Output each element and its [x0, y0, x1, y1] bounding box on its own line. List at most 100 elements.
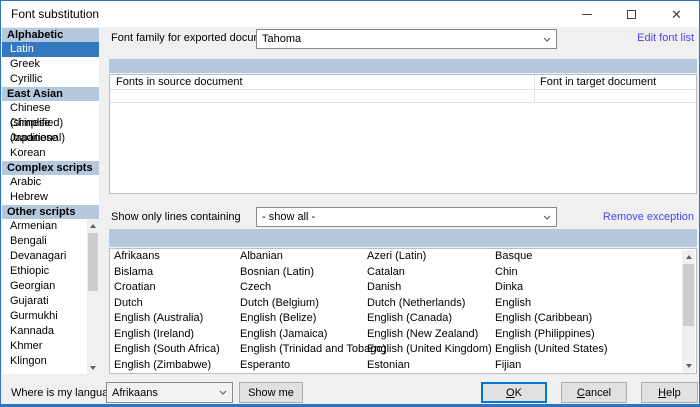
language-item[interactable]: Danish	[367, 280, 401, 296]
language-item[interactable]: Bosnian (Latin)	[240, 265, 314, 281]
font-family-value: Tahoma	[262, 33, 301, 45]
script-sidebar: Alphabetic Latin Greek Cyrillic East Asi…	[2, 28, 99, 374]
language-locator-combobox[interactable]: Afrikaans	[106, 382, 233, 403]
sidebar-item-kannada[interactable]: Kannada	[2, 324, 87, 339]
language-item[interactable]: Afrikaans	[114, 249, 160, 265]
sidebar-item-latin[interactable]: Latin	[2, 42, 99, 57]
scroll-down-icon[interactable]	[87, 361, 99, 374]
sidebar-item-chinese-simplified[interactable]: Chinese (simplified)	[2, 101, 99, 116]
language-item[interactable]: English (Jamaica)	[240, 327, 327, 343]
sidebar-section-east-asian: East Asian	[2, 87, 99, 101]
language-row: Croatian Czech Danish Dinka	[110, 280, 696, 296]
language-item[interactable]: English (United States)	[495, 342, 608, 358]
sidebar-item-korean[interactable]: Korean	[2, 146, 99, 161]
chevron-down-icon	[543, 37, 551, 42]
language-row: English (Ireland) English (Jamaica) Engl…	[110, 327, 696, 343]
sidebar-item-armenian[interactable]: Armenian	[2, 219, 87, 234]
sidebar-item-gurmukhi[interactable]: Gurmukhi	[2, 309, 87, 324]
sidebar-item-khmer[interactable]: Khmer	[2, 339, 87, 354]
language-item[interactable]: Azeri (Latin)	[367, 249, 426, 265]
language-item[interactable]: English (Caribbean)	[495, 311, 592, 327]
language-item[interactable]: English (Philippines)	[495, 327, 595, 343]
language-row: Bislama Bosnian (Latin) Catalan Chin	[110, 265, 696, 281]
language-item[interactable]: English (Ireland)	[114, 327, 194, 343]
language-row: Afrikaans Albanian Azeri (Latin) Basque	[110, 249, 696, 265]
minimize-icon	[582, 14, 592, 15]
language-row: English (Australia) English (Belize) Eng…	[110, 311, 696, 327]
language-locator-value: Afrikaans	[112, 387, 158, 399]
language-item[interactable]: Fijian	[495, 358, 521, 374]
language-item[interactable]: English (Australia)	[114, 311, 203, 327]
language-item[interactable]: English (Belize)	[240, 311, 316, 327]
language-item[interactable]: Chin	[495, 265, 518, 281]
language-list-scrollbar[interactable]	[682, 250, 695, 372]
language-list[interactable]: Afrikaans Albanian Azeri (Latin) Basque …	[109, 248, 697, 374]
language-item[interactable]: Dinka	[495, 280, 523, 296]
language-item[interactable]: English (South Africa)	[114, 342, 220, 358]
sidebar-item-cyrillic[interactable]: Cyrillic	[2, 72, 99, 87]
language-row: English (Zimbabwe) Esperanto Estonian Fi…	[110, 358, 696, 374]
language-item[interactable]: English (New Zealand)	[367, 327, 478, 343]
sidebar-item-georgian[interactable]: Georgian	[2, 279, 87, 294]
edit-font-list-link[interactable]: Edit font list	[637, 32, 694, 44]
sidebar-item-japanese[interactable]: Japanese	[2, 131, 99, 146]
maximize-button[interactable]	[609, 1, 654, 27]
sidebar-item-bengali[interactable]: Bengali	[2, 234, 87, 249]
font-family-combobox[interactable]: Tahoma	[256, 29, 557, 49]
fonts-table[interactable]: Fonts in source document Font in target …	[109, 74, 697, 194]
sidebar-item-gujarati[interactable]: Gujarati	[2, 294, 87, 309]
remove-exception-link[interactable]: Remove exception	[603, 211, 694, 223]
language-item[interactable]: Esperanto	[240, 358, 290, 374]
table-caption-bar	[109, 59, 697, 73]
cancel-button[interactable]: Cancel	[561, 382, 627, 403]
sidebar-section-complex-scripts: Complex scripts	[2, 161, 99, 175]
sidebar-item-hebrew[interactable]: Hebrew	[2, 190, 99, 205]
chevron-down-icon	[219, 390, 227, 395]
font-substitution-dialog: Font substitution ✕ Alphabetic Latin Gre…	[0, 0, 700, 407]
title-bar[interactable]: Font substitution ✕	[1, 1, 699, 27]
scrollbar-thumb[interactable]	[88, 233, 98, 291]
column-header-source[interactable]: Fonts in source document	[116, 75, 243, 90]
language-item[interactable]: English (Canada)	[367, 311, 452, 327]
scroll-up-icon[interactable]	[682, 250, 695, 263]
close-icon: ✕	[671, 8, 682, 21]
sidebar-section-alphabetic: Alphabetic	[2, 28, 99, 42]
language-item[interactable]: Bislama	[114, 265, 153, 281]
language-item[interactable]: Dutch (Netherlands)	[367, 296, 465, 312]
language-item[interactable]: English (United Kingdom)	[367, 342, 492, 358]
language-item[interactable]: English	[495, 296, 531, 312]
language-item[interactable]: Dutch (Belgium)	[240, 296, 319, 312]
scrollbar-thumb[interactable]	[683, 264, 694, 326]
close-button[interactable]: ✕	[654, 1, 699, 27]
minimize-button[interactable]	[564, 1, 609, 27]
filter-value: - show all -	[262, 211, 315, 223]
sidebar-item-klingon[interactable]: Klingon	[2, 354, 87, 369]
sidebar-item-ethiopic[interactable]: Ethiopic	[2, 264, 87, 279]
scroll-up-icon[interactable]	[87, 219, 99, 232]
language-item[interactable]: English (Zimbabwe)	[114, 358, 211, 374]
language-item[interactable]: Basque	[495, 249, 532, 265]
language-item[interactable]: Croatian	[114, 280, 156, 296]
ok-button[interactable]: OK	[481, 382, 547, 403]
column-header-target[interactable]: Font in target document	[540, 75, 656, 90]
language-item[interactable]: Albanian	[240, 249, 283, 265]
table-header-row: Fonts in source document Font in target …	[110, 75, 696, 90]
sidebar-scrollbar[interactable]	[87, 219, 99, 374]
sidebar-section-other-scripts: Other scripts	[2, 205, 99, 219]
column-divider	[534, 75, 535, 103]
scroll-down-icon[interactable]	[682, 359, 695, 372]
help-button[interactable]: Help	[641, 382, 698, 403]
language-item[interactable]: Czech	[240, 280, 271, 296]
language-row: Dutch Dutch (Belgium) Dutch (Netherlands…	[110, 296, 696, 312]
sidebar-item-greek[interactable]: Greek	[2, 57, 99, 72]
window-title: Font substitution	[11, 7, 99, 21]
sidebar-item-arabic[interactable]: Arabic	[2, 175, 99, 190]
sidebar-item-devanagari[interactable]: Devanagari	[2, 249, 87, 264]
language-item[interactable]: English (Trinidad and Tobago)	[240, 342, 386, 358]
table-row[interactable]	[110, 90, 696, 103]
language-item[interactable]: Dutch	[114, 296, 143, 312]
filter-combobox[interactable]: - show all -	[256, 207, 557, 227]
show-me-button[interactable]: Show me	[239, 382, 303, 403]
language-item[interactable]: Estonian	[367, 358, 410, 374]
language-item[interactable]: Catalan	[367, 265, 405, 281]
